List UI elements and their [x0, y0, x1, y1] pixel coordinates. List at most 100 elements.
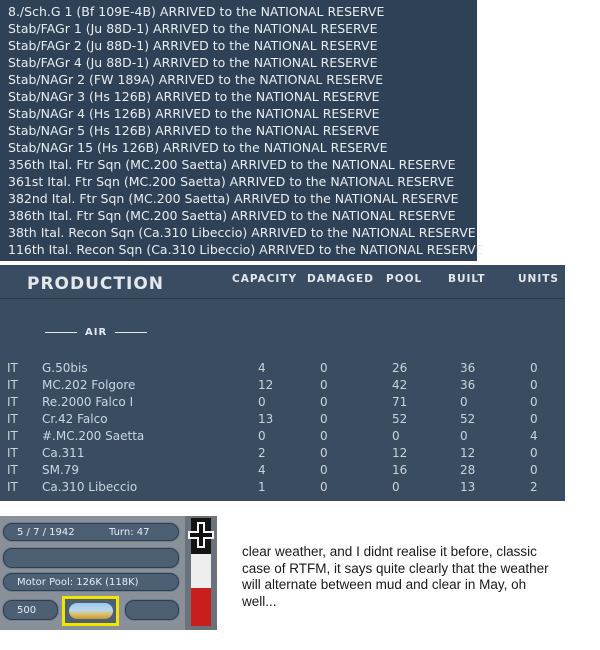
row-units: 0 [530, 395, 538, 409]
row-units: 0 [530, 378, 538, 392]
row-damaged: 0 [320, 463, 328, 477]
row-built: 12 [460, 446, 476, 460]
row-built: 36 [460, 378, 476, 392]
row-capacity: 4 [258, 361, 266, 375]
row-built: 28 [460, 463, 476, 477]
row-units: 4 [530, 429, 538, 443]
row-name: Ca.311 [42, 446, 85, 460]
row-pool: 0 [392, 429, 400, 443]
weather-indicator[interactable] [62, 596, 119, 626]
row-capacity: 13 [258, 412, 274, 426]
number-pill: 500 [2, 599, 59, 621]
row-built: 52 [460, 412, 476, 426]
comment-text: clear weather, and I didnt realise it be… [242, 544, 549, 609]
nation-flag [185, 516, 217, 630]
log-line: Stab/NAGr 3 (Hs 126B) ARRIVED to the NAT… [8, 89, 380, 104]
row-nation: IT [7, 480, 18, 494]
row-nation: IT [7, 429, 18, 443]
row-pool: 0 [392, 480, 400, 494]
table-row[interactable]: IT Ca.310 Libeccio 1 0 0 13 2 [0, 479, 565, 496]
table-row[interactable]: IT G.50bis 4 0 26 36 0 [0, 360, 565, 377]
table-row[interactable]: IT Ca.311 2 0 12 12 0 [0, 445, 565, 462]
row-damaged: 0 [320, 361, 328, 375]
row-units: 0 [530, 446, 538, 460]
log-line: 361st Ital. Ftr Sqn (MC.200 Saetta) ARRI… [8, 174, 455, 189]
log-line: 356th Ital. Ftr Sqn (MC.200 Saetta) ARRI… [8, 157, 456, 172]
row-damaged: 0 [320, 480, 328, 494]
row-capacity: 1 [258, 480, 266, 494]
motor-pool-pill: Motor Pool: 126K (118K) [2, 572, 180, 592]
row-capacity: 0 [258, 429, 266, 443]
log-line: Stab/NAGr 4 (Hs 126B) ARRIVED to the NAT… [8, 106, 380, 121]
table-row[interactable]: IT SM.79 4 0 16 28 0 [0, 462, 565, 479]
iron-cross-icon [188, 522, 214, 548]
row-damaged: 0 [320, 395, 328, 409]
header-built: BUILT [448, 273, 486, 285]
row-units: 0 [530, 361, 538, 375]
number-readout: 500 [17, 605, 37, 616]
row-units: 0 [530, 412, 538, 426]
log-line: Stab/NAGr 5 (Hs 126B) ARRIVED to the NAT… [8, 123, 380, 138]
table-row[interactable]: IT Cr.42 Falco 13 0 52 52 0 [0, 411, 565, 428]
header-damaged: DAMAGED [307, 273, 374, 285]
row-built: 0 [460, 429, 468, 443]
row-built: 36 [460, 361, 476, 375]
row-pool: 71 [392, 395, 408, 409]
blank-pill [124, 599, 180, 621]
row-name: Ca.310 Libeccio [42, 480, 138, 494]
table-row[interactable]: IT MC.202 Folgore 12 0 42 36 0 [0, 377, 565, 394]
log-line: 38th Ital. Recon Sqn (Ca.310 Libeccio) A… [8, 225, 476, 240]
row-nation: IT [7, 378, 18, 392]
log-line: Stab/NAGr 2 (FW 189A) ARRIVED to the NAT… [8, 72, 384, 87]
row-nation: IT [7, 412, 18, 426]
row-pool: 26 [392, 361, 408, 375]
flag-red-stripe [191, 588, 211, 626]
log-line: Stab/FAGr 2 (Ju 88D-1) ARRIVED to the NA… [8, 38, 378, 53]
section-label: AIR [85, 327, 108, 338]
row-name: G.50bis [42, 361, 88, 375]
row-damaged: 0 [320, 378, 328, 392]
row-pool: 16 [392, 463, 408, 477]
flag-white-stripe [191, 554, 211, 588]
log-line: 386th Ital. Ftr Sqn (MC.200 Saetta) ARRI… [8, 208, 456, 223]
row-nation: IT [7, 463, 18, 477]
log-line: Stab/FAGr 1 (Ju 88D-1) ARRIVED to the NA… [8, 21, 378, 36]
row-capacity: 4 [258, 463, 266, 477]
log-line: Stab/NAGr 15 (Hs 126B) ARRIVED to the NA… [8, 140, 388, 155]
row-pool: 12 [392, 446, 408, 460]
row-name: MC.202 Folgore [42, 378, 136, 392]
row-damaged: 0 [320, 429, 328, 443]
table-row[interactable]: IT Re.2000 Falco I 0 0 71 0 0 [0, 394, 565, 411]
row-units: 2 [530, 480, 538, 494]
table-row[interactable]: IT #.MC.200 Saetta 0 0 0 0 4 [0, 428, 565, 445]
row-nation: IT [7, 446, 18, 460]
row-name: Re.2000 Falco I [42, 395, 134, 409]
row-pool: 52 [392, 412, 408, 426]
empty-slot-pill [2, 547, 180, 569]
row-name: Cr.42 Falco [42, 412, 108, 426]
row-capacity: 2 [258, 446, 266, 460]
header-divider [0, 298, 565, 299]
turn-readout: Turn: 47 [109, 527, 150, 538]
date-turn-pill: 5 / 7 / 1942 Turn: 47 [2, 522, 180, 542]
section-underline-left [45, 331, 77, 333]
log-line: 382nd Ital. Ftr Sqn (MC.200 Saetta) ARRI… [8, 191, 459, 206]
row-capacity: 0 [258, 395, 266, 409]
production-panel: PRODUCTION CAPACITY DAMAGED POOL BUILT U… [0, 265, 565, 501]
row-name: SM.79 [42, 463, 80, 477]
message-log: 8./Sch.G 1 (Bf 109E-4B) ARRIVED to the N… [0, 0, 484, 261]
row-capacity: 12 [258, 378, 274, 392]
row-name: #.MC.200 Saetta [42, 429, 145, 443]
section-underline-right [115, 331, 148, 333]
clear-weather-icon [69, 603, 113, 619]
row-built: 13 [460, 480, 476, 494]
row-damaged: 0 [320, 412, 328, 426]
motor-pool-readout: Motor Pool: 126K (118K) [17, 577, 139, 588]
row-pool: 42 [392, 378, 408, 392]
row-nation: IT [7, 395, 18, 409]
row-built: 0 [460, 395, 468, 409]
date-readout: 5 / 7 / 1942 [17, 527, 75, 538]
row-nation: IT [7, 361, 18, 375]
section-air: AIR [37, 327, 155, 338]
log-line: 116th Ital. Recon Sqn (Ca.310 Libeccio) … [8, 242, 484, 257]
